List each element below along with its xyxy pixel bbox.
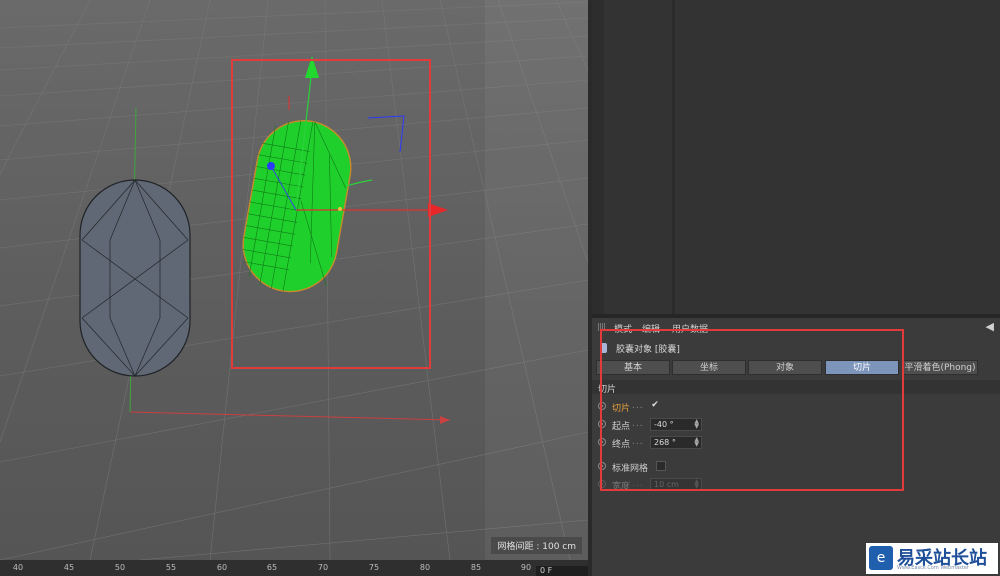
timeline-tick: 55 <box>165 563 177 572</box>
watermark-logo: e 易采站长站 Www.Easck.Com Webmaster <box>866 543 998 574</box>
timeline-tick: 80 <box>419 563 431 572</box>
viewport-scene <box>0 0 588 560</box>
grid-spacing-label: 网格间距 : 100 cm <box>491 537 582 554</box>
site-logo-icon: e <box>869 546 893 570</box>
timeline-tick: 90 <box>520 563 532 572</box>
highlight-box-attributes <box>600 329 904 491</box>
timeline-tick: 70 <box>317 563 329 572</box>
timeline-ruler[interactable]: 40 45 50 55 60 65 70 75 80 85 90 <box>0 560 590 576</box>
watermark-subtext: Www.Easck.Com Webmaster <box>897 565 969 571</box>
current-frame-field[interactable]: 0 F <box>536 566 592 576</box>
timeline-tick: 85 <box>470 563 482 572</box>
timeline-tick: 50 <box>114 563 126 572</box>
3d-viewport[interactable]: 网格间距 : 100 cm <box>0 0 588 560</box>
timeline-tick: 75 <box>368 563 380 572</box>
object-manager-column <box>592 0 604 314</box>
timeline-tick: 40 <box>12 563 24 572</box>
object-manager-column-divider[interactable] <box>672 0 675 314</box>
timeline-tick: 45 <box>63 563 75 572</box>
timeline-tick: 60 <box>216 563 228 572</box>
timeline-tick: 65 <box>266 563 278 572</box>
object-manager-panel[interactable] <box>592 0 1000 314</box>
back-arrow-icon[interactable]: ◀ <box>986 320 994 333</box>
gray-capsule[interactable] <box>79 179 191 377</box>
tab-phong[interactable]: 平滑着色(Phong) <box>902 360 978 375</box>
